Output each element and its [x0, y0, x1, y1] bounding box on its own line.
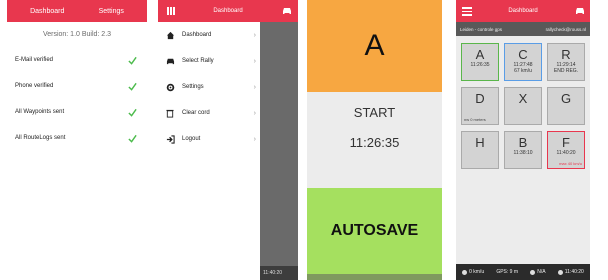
chevron-right-icon: ›: [253, 83, 256, 91]
tab-settings[interactable]: Settings: [99, 8, 124, 15]
cell-note: max 40 km/u: [559, 161, 582, 166]
menu-label: Select Rally: [182, 58, 214, 64]
row-label: All Waypoints sent: [15, 109, 65, 115]
list-item: All RouteLogs sent: [7, 125, 147, 151]
top-bar: Dashboard: [158, 0, 298, 22]
check-icon: [128, 134, 137, 143]
checkpoint-cell-d[interactable]: D nw 0 meters: [461, 87, 499, 125]
menu-label: Settings: [182, 84, 204, 90]
top-bar: Dashboard: [456, 0, 590, 22]
check-icon: [128, 108, 137, 117]
tab-dashboard[interactable]: Dashboard: [30, 8, 64, 15]
menu-item-clear-cord[interactable]: Clear cord ›: [158, 100, 260, 126]
checkpoint-cell-c[interactable]: C 11:27:48 67 km/u: [504, 43, 542, 81]
cell-letter: B: [518, 135, 528, 150]
signal-status: N/A: [530, 269, 546, 275]
chevron-right-icon: ›: [253, 31, 256, 39]
cell-speed: 67 km/u: [514, 68, 532, 74]
checkpoint-cell-a[interactable]: A 11:26:35: [461, 43, 499, 81]
trash-icon: [165, 108, 175, 118]
speed-value: 0 km/u: [469, 269, 485, 275]
clock-status: 11:40:20: [557, 269, 584, 275]
speed-status: 0 km/u: [462, 269, 484, 275]
start-time: 11:26:35: [349, 135, 400, 150]
cell-time: 11:40:20: [556, 150, 576, 156]
cell-letter: D: [475, 91, 485, 106]
logout-icon: [165, 134, 175, 144]
checkpoint-cell-f[interactable]: F 11:40:20 max 40 km/u: [547, 131, 585, 169]
bottom-strip: [307, 274, 442, 280]
clock-icon: [557, 269, 563, 275]
menu-screen: Dashboard Dashboard › Select Rally › Set…: [158, 0, 298, 280]
cell-note: END REG.: [553, 68, 579, 74]
menu-item-logout[interactable]: Logout ›: [158, 126, 260, 152]
status-bar: 0 km/u GPS: 9 m N/A 11:40:20: [456, 264, 590, 280]
menu-item-dashboard[interactable]: Dashboard ›: [158, 22, 260, 48]
status-text: 11:40:20: [263, 270, 283, 276]
gear-icon: [165, 82, 175, 92]
cell-letter: G: [560, 91, 572, 106]
account-email: rallycheck@rouss.nl: [545, 26, 586, 32]
top-bar: Dashboard Settings: [7, 0, 147, 22]
chevron-right-icon: ›: [253, 57, 256, 65]
status-bar: 11:40:20: [260, 266, 298, 280]
car-icon: [165, 56, 175, 66]
check-icon: [128, 82, 137, 91]
page-title: Dashboard: [508, 8, 538, 14]
menu-item-select-rally[interactable]: Select Rally ›: [158, 48, 260, 74]
settings-screen: Dashboard Settings Version: 1.0 Build: 2…: [7, 0, 147, 280]
row-label: All RouteLogs sent: [15, 135, 66, 141]
dashboard-screen: Dashboard Leiden - controle gps rallyche…: [456, 0, 590, 280]
cell-note: nw 0 meters: [464, 117, 486, 122]
menu-item-settings[interactable]: Settings ›: [158, 74, 260, 100]
checkpoint-cell-h[interactable]: H: [461, 131, 499, 169]
list-item: All Waypoints sent: [7, 99, 147, 125]
speed-icon: [462, 269, 468, 275]
side-drawer: Dashboard › Select Rally › Settings › Cl…: [158, 22, 260, 280]
chevron-right-icon: ›: [253, 109, 256, 117]
home-icon: [165, 30, 175, 40]
gps-value: GPS: 9 m: [496, 269, 518, 275]
gps-status: GPS: 9 m: [496, 269, 518, 275]
page-title: Dashboard: [213, 8, 243, 14]
dimmed-overlay[interactable]: 11:40:20: [260, 22, 298, 280]
cell-letter: R: [561, 47, 571, 62]
cell-letter: H: [475, 135, 485, 150]
row-label: Phone verified: [15, 83, 54, 89]
cell-letter: A: [475, 47, 485, 62]
signal-value: N/A: [537, 269, 546, 275]
cell-time: 11:26:35: [470, 62, 490, 68]
checkpoint-cell-b[interactable]: B 11:38:10: [504, 131, 542, 169]
verification-list: E-Mail verified Phone verified All Waypo…: [7, 47, 147, 151]
rally-name: Leiden - controle gps: [460, 26, 503, 32]
chevron-right-icon: ›: [253, 135, 256, 143]
menu-label: Dashboard: [182, 32, 212, 38]
list-item: E-Mail verified: [7, 47, 147, 73]
cell-time: 11:38:10: [513, 150, 533, 156]
car-icon[interactable]: [282, 6, 292, 15]
rally-info-bar: Leiden - controle gps rallycheck@rouss.n…: [456, 22, 590, 36]
car-icon[interactable]: [575, 6, 585, 15]
checkpoint-grid: A 11:26:35 C 11:27:48 67 km/u R 11:29:14…: [456, 36, 590, 169]
checkpoint-letter: A: [307, 0, 442, 92]
checkpoint-cell-r[interactable]: R 11:29:14 END REG.: [547, 43, 585, 81]
cell-letter: F: [562, 135, 570, 150]
checkpoint-screen: A START 11:26:35 AUTOSAVE: [307, 0, 442, 280]
checkpoint-cell-g[interactable]: G: [547, 87, 585, 125]
version-label: Version: 1.0 Build: 2.3: [42, 31, 112, 38]
cell-letter: C: [518, 47, 528, 62]
check-icon: [128, 56, 137, 65]
start-label: START: [353, 105, 396, 120]
signal-icon: [530, 269, 536, 275]
menu-label: Logout: [182, 136, 201, 142]
checkpoint-cell-x[interactable]: X: [504, 87, 542, 125]
list-item: Phone verified: [7, 73, 147, 99]
row-label: E-Mail verified: [15, 57, 54, 63]
menu-icon[interactable]: [462, 7, 472, 18]
clock-value: 11:40:20: [564, 269, 584, 275]
menu-label: Clear cord: [182, 110, 210, 116]
cell-letter: X: [518, 91, 528, 106]
start-panel: START 11:26:35: [307, 92, 442, 188]
autosave-button[interactable]: AUTOSAVE: [307, 188, 442, 274]
